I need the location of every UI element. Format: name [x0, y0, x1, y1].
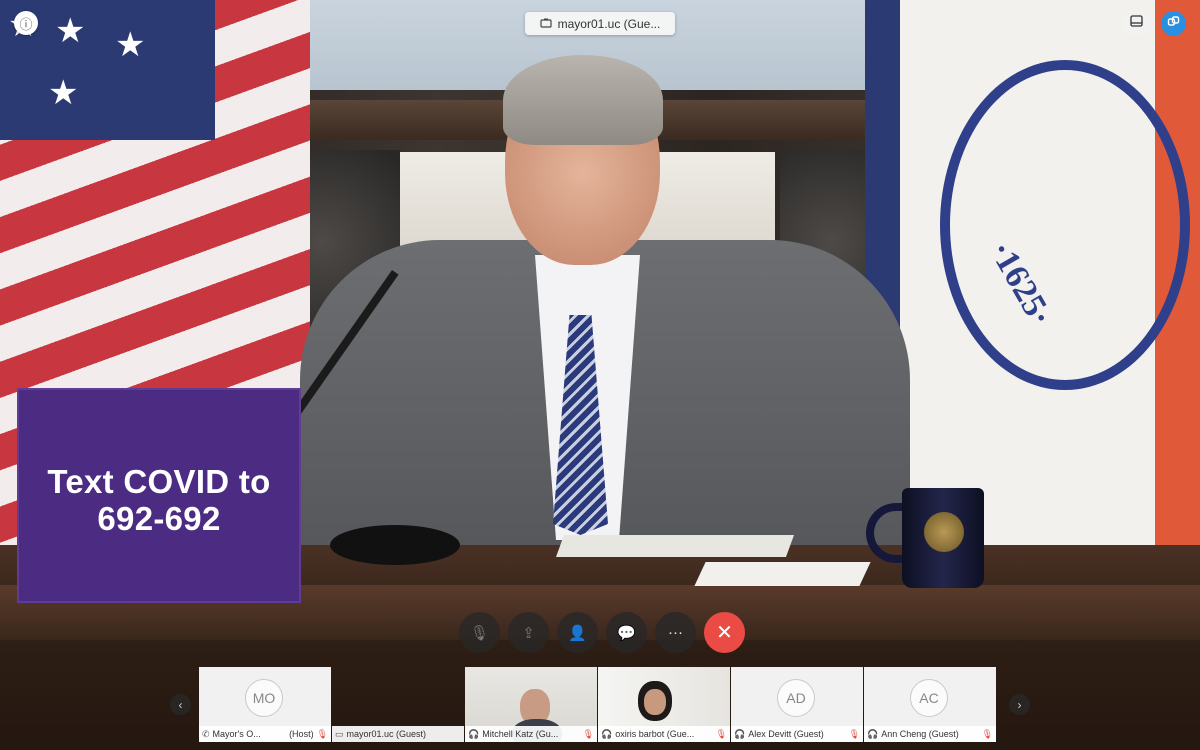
room-icon: ▭	[335, 728, 344, 739]
participant-video-face	[644, 689, 666, 715]
room-icon	[540, 17, 552, 31]
call-controls: 🎙 ⇪ 👤 💬 ··· ✕	[459, 612, 745, 653]
info-button[interactable]: ⓘ	[14, 11, 38, 35]
mug-seal	[924, 512, 964, 552]
participant-name: Ann Cheng (Guest)	[881, 729, 959, 739]
headset-icon: 🎧	[867, 728, 879, 739]
headset-icon: 🎧	[601, 728, 613, 739]
participant-name: Mitchell Katz (Gu...	[482, 729, 559, 739]
sign-line-2: 692-692	[97, 499, 221, 537]
mute-mic-button[interactable]: 🎙	[459, 612, 500, 653]
participant-tile[interactable]: ▭ mayor01.uc (Guest)	[332, 667, 464, 742]
strip-next-button[interactable]: ›	[1009, 694, 1030, 715]
more-button[interactable]: ···	[655, 612, 696, 653]
close-icon: ✕	[716, 622, 733, 644]
sign-line-1: Text COVID to	[47, 463, 271, 501]
participant-label: 🎧 oxiris barbot (Gue... 🎙	[598, 726, 730, 742]
participant-label: ▭ mayor01.uc (Guest)	[332, 726, 464, 742]
participant-label: 🎧 Alex Devitt (Guest) 🎙	[731, 726, 863, 742]
participants-button[interactable]: 👤	[557, 612, 598, 653]
speaker-hair	[503, 55, 663, 145]
papers	[694, 562, 871, 586]
participant-label: 🎧 Ann Cheng (Guest) 🎙	[864, 726, 996, 742]
mic-muted-icon: 🎙	[582, 728, 594, 739]
strip-prev-button[interactable]: ‹	[170, 694, 191, 715]
layout-button[interactable]	[1123, 11, 1149, 35]
participants-icon: 👤	[568, 624, 587, 642]
participant-tile[interactable]: 🎧 oxiris barbot (Gue... 🎙	[598, 667, 730, 742]
meeting-title: mayor01.uc (Gue...	[557, 16, 661, 31]
covid-text-sign: Text COVID to 692-692	[17, 388, 301, 603]
mic-muted-icon: 🎙	[715, 728, 727, 739]
meeting-title-pill[interactable]: mayor01.uc (Gue...	[525, 12, 675, 35]
participant-tile[interactable]: AD 🎧 Alex Devitt (Guest) 🎙	[731, 667, 863, 742]
nyc-seal	[940, 60, 1190, 390]
share-icon: ⇪	[522, 624, 535, 642]
microphone-base	[330, 525, 460, 565]
headset-icon: 🎧	[468, 728, 480, 739]
participant-tile[interactable]: 🎧 Mitchell Katz (Gu... 🎙	[465, 667, 597, 742]
avatar: AC	[910, 679, 948, 717]
participant-tile[interactable]: MO ✆ Mayor's O... (Host) 🎙	[199, 667, 331, 742]
link-icon	[1167, 15, 1180, 33]
chat-button[interactable]: 💬	[606, 612, 647, 653]
star-icon: ★	[55, 12, 86, 50]
share-link-button[interactable]	[1161, 11, 1186, 36]
participant-label: ✆ Mayor's O... (Host) 🎙	[199, 726, 331, 742]
participant-name: mayor01.uc (Guest)	[346, 729, 427, 739]
phone-icon: ✆	[202, 728, 210, 739]
share-screen-button[interactable]: ⇪	[508, 612, 549, 653]
avatar: MO	[245, 679, 283, 717]
layout-icon	[1129, 14, 1143, 32]
chat-icon: 💬	[617, 624, 636, 642]
mic-off-icon: 🎙	[469, 624, 490, 642]
mic-muted-icon: 🎙	[981, 728, 993, 739]
binder	[555, 535, 795, 557]
chevron-right-icon: ›	[1017, 697, 1022, 712]
star-icon: ★	[48, 74, 79, 112]
star-icon: ★	[115, 26, 146, 64]
participant-tile[interactable]: AC 🎧 Ann Cheng (Guest) 🎙	[864, 667, 996, 742]
end-call-button[interactable]: ✕	[704, 612, 745, 653]
chevron-left-icon: ‹	[178, 697, 183, 712]
info-icon: ⓘ	[19, 16, 33, 32]
avatar: AD	[777, 679, 815, 717]
participant-role: (Host)	[289, 729, 314, 739]
participant-name: Alex Devitt (Guest)	[748, 729, 824, 739]
participant-name: oxiris barbot (Gue...	[615, 729, 695, 739]
more-icon: ···	[668, 624, 683, 641]
participant-name: Mayor's O...	[212, 729, 261, 739]
headset-icon: 🎧	[734, 728, 746, 739]
participant-strip: MO ✆ Mayor's O... (Host) 🎙 ▭ mayor01.uc …	[199, 667, 996, 742]
mic-muted-icon: 🎙	[848, 728, 860, 739]
participant-label: 🎧 Mitchell Katz (Gu... 🎙	[465, 726, 597, 742]
mic-muted-icon: 🎙	[316, 728, 328, 739]
